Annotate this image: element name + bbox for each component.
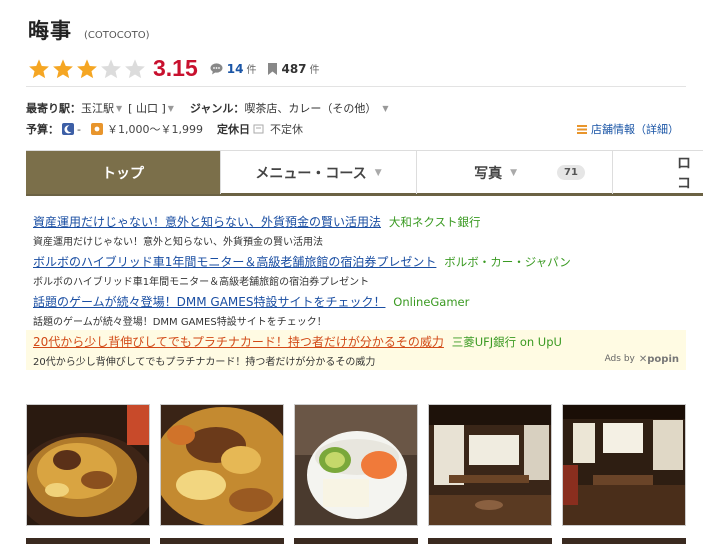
rating-score: 3.15 bbox=[153, 55, 198, 81]
photo-thumbnail[interactable] bbox=[294, 404, 418, 526]
station-label: 最寄り駅： bbox=[26, 102, 81, 115]
genre-separator: 、 bbox=[277, 102, 289, 115]
ad-link[interactable]: ボルボのハイブリッド車1年間モニター＆高級老舗旅館の宿泊券プレゼント bbox=[33, 255, 436, 269]
chevron-down-icon: ▼ bbox=[510, 167, 517, 178]
tab-photos[interactable]: 写真 ▼ 71 bbox=[417, 151, 613, 194]
photo-strip bbox=[26, 404, 686, 526]
budget-dinner: - bbox=[77, 122, 81, 136]
ad-description: 20代から少し背伸びしてでもプラチナカード！持つ者だけが分かるその威力 bbox=[33, 357, 376, 368]
photo-strip-row2 bbox=[26, 538, 686, 544]
ad-sponsor[interactable]: ボルボ・カー・ジャパン bbox=[444, 255, 571, 269]
ad-item-highlighted: 20代から少し背伸びしてでもプラチナカード！持つ者だけが分かるその威力 三菱UF… bbox=[26, 330, 686, 370]
photo-thumbnail[interactable] bbox=[562, 538, 686, 544]
moon-icon bbox=[62, 123, 74, 135]
ad-link[interactable]: 20代から少し背伸びしてでもプラチナカード！持つ者だけが分かるその威力 bbox=[33, 335, 444, 349]
ads-by-label: Ads by bbox=[604, 354, 635, 364]
photo-thumbnail[interactable] bbox=[26, 404, 150, 526]
tab-label: トップ bbox=[102, 165, 144, 182]
rating-row: 3.15 14 件 487 件 bbox=[28, 55, 688, 82]
reviews-number: 14 bbox=[226, 61, 244, 76]
photo-thumbnail[interactable] bbox=[26, 538, 150, 544]
saves-unit: 件 bbox=[309, 65, 320, 76]
tab-top[interactable]: トップ bbox=[26, 151, 221, 194]
food-photo-doria-closeup bbox=[161, 405, 283, 525]
ad-link[interactable]: 話題のゲームが続々登場！DMM GAMES特設サイトをチェック！ bbox=[33, 295, 385, 309]
interior-photo-dining bbox=[563, 405, 685, 525]
budget-label: 予算： bbox=[26, 123, 59, 136]
ad-description: ボルボのハイブリッド車1年間モニター＆高級老舗旅館の宿泊券プレゼント bbox=[33, 277, 370, 288]
info-row-access: 最寄り駅： 玉江駅 ▼ [ 山口 ] ▼ ジャンル： 喫茶店 、 カレー（その他… bbox=[26, 100, 391, 116]
genre-link-curry[interactable]: カレー（その他） bbox=[288, 100, 376, 116]
tab-bar: トップ メニュー・コース ▼ 写真 ▼ 71 ロコ bbox=[26, 150, 703, 196]
photo-thumbnail[interactable] bbox=[294, 538, 418, 544]
food-photo-doria bbox=[27, 405, 149, 525]
reviews-unit: 件 bbox=[246, 65, 257, 76]
restaurant-reading: (COTOCOTO) bbox=[84, 30, 150, 41]
divider bbox=[26, 86, 686, 87]
restaurant-name: 晦事 bbox=[28, 19, 72, 43]
star-filled-icon bbox=[77, 58, 97, 78]
restaurant-header: 晦事 (COTOCOTO) 3.15 14 件 487 件 bbox=[28, 15, 688, 82]
star-filled-icon bbox=[53, 58, 73, 78]
ad-item: ボルボのハイブリッド車1年間モニター＆高級老舗旅館の宿泊券プレゼント ボルボ・カ… bbox=[26, 250, 686, 290]
chevron-down-icon: ▼ bbox=[374, 167, 382, 178]
station-link[interactable]: 玉江駅 bbox=[81, 100, 114, 116]
genre-link-cafe[interactable]: 喫茶店 bbox=[244, 100, 277, 116]
note-icon bbox=[253, 124, 264, 133]
genre-label: ジャンル： bbox=[189, 102, 245, 115]
saves-number: 487 bbox=[281, 61, 307, 76]
area-link[interactable]: [ 山口 ] bbox=[128, 100, 166, 116]
ad-description: 話題のゲームが続々登場！DMM GAMES特設サイトをチェック！ bbox=[33, 317, 327, 328]
store-details-label: 店舗情報（詳細） bbox=[591, 123, 679, 136]
info-row-budget: 予算： - ￥1,000～￥1,999 定休日 不定休 bbox=[26, 121, 303, 137]
chevron-down-icon: ▼ bbox=[382, 103, 389, 113]
reviews-count[interactable]: 14 件 bbox=[210, 61, 257, 76]
store-details-link[interactable]: 店舗情報（詳細） bbox=[577, 121, 679, 137]
ad-sponsor[interactable]: 大和ネクスト銀行 bbox=[389, 215, 481, 229]
popin-logo: ✕popin bbox=[638, 353, 679, 365]
star-empty-icon bbox=[101, 58, 121, 78]
chevron-down-icon: ▼ bbox=[167, 103, 174, 113]
star-empty-icon bbox=[125, 58, 145, 78]
list-icon bbox=[577, 125, 587, 134]
bookmark-icon bbox=[268, 62, 278, 75]
sun-icon bbox=[90, 123, 103, 135]
photo-thumbnail[interactable] bbox=[428, 538, 552, 544]
tab-reviews[interactable]: ロコ bbox=[613, 151, 703, 194]
tab-menu-course[interactable]: メニュー・コース ▼ bbox=[221, 151, 417, 194]
ad-item: 資産運用だけじゃない！意外と知らない、外貨預金の賢い活用法 大和ネクスト銀行 資… bbox=[26, 210, 686, 250]
ad-item: 話題のゲームが続々登場！DMM GAMES特設サイトをチェック！ OnlineG… bbox=[26, 290, 686, 330]
ad-description: 資産運用だけじゃない！意外と知らない、外貨預金の賢い活用法 bbox=[33, 237, 323, 248]
ad-sponsor[interactable]: OnlineGamer bbox=[393, 295, 469, 309]
holiday-value: 不定休 bbox=[269, 123, 303, 136]
saves-count[interactable]: 487 件 bbox=[268, 61, 320, 76]
ad-link[interactable]: 資産運用だけじゃない！意外と知らない、外貨預金の賢い活用法 bbox=[33, 215, 381, 229]
ads-by-popin[interactable]: Ads by ✕popin bbox=[605, 354, 679, 365]
rating-stars bbox=[28, 58, 148, 80]
holiday-label: 定休日 bbox=[216, 123, 250, 136]
comment-icon bbox=[210, 62, 223, 74]
interior-photo-shop bbox=[429, 405, 551, 525]
chevron-down-icon: ▼ bbox=[116, 103, 123, 113]
photo-thumbnail[interactable] bbox=[160, 538, 284, 544]
photo-thumbnail[interactable] bbox=[160, 404, 284, 526]
ad-block: 資産運用だけじゃない！意外と知らない、外貨預金の賢い活用法 大和ネクスト銀行 資… bbox=[26, 210, 686, 370]
ad-sponsor[interactable]: 三菱UFJ銀行 on UpU bbox=[452, 335, 562, 349]
food-photo-pickles bbox=[295, 405, 417, 525]
tab-label: メニュー・コース bbox=[255, 165, 367, 182]
photo-thumbnail[interactable] bbox=[562, 404, 686, 526]
star-filled-icon bbox=[29, 58, 49, 78]
photo-thumbnail[interactable] bbox=[428, 404, 552, 526]
tab-label: 写真 bbox=[474, 165, 503, 182]
budget-lunch: ￥1,000～￥1,999 bbox=[106, 123, 203, 136]
tab-label: ロコ bbox=[677, 155, 691, 192]
photo-count-badge: 71 bbox=[557, 165, 585, 180]
